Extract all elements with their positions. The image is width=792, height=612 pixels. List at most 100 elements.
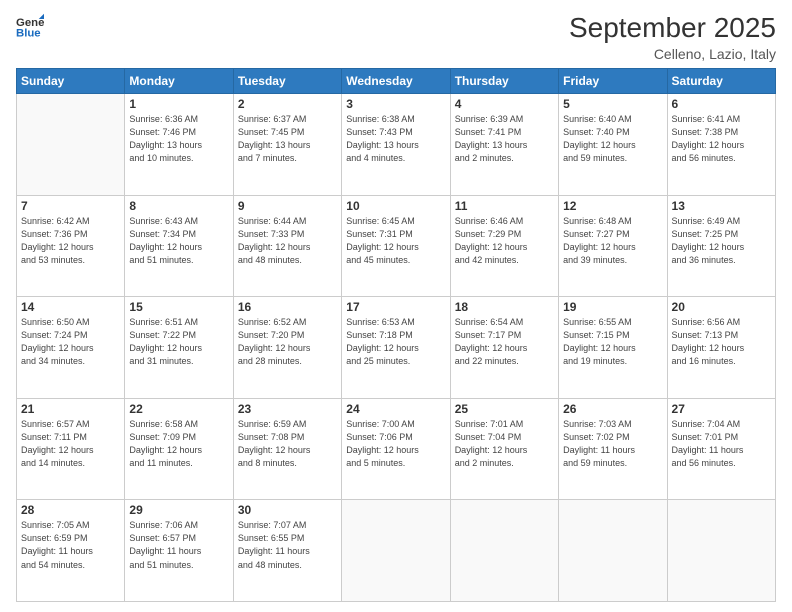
day-number: 16: [238, 300, 337, 314]
table-row: [450, 500, 558, 602]
day-info: Sunrise: 6:42 AM Sunset: 7:36 PM Dayligh…: [21, 215, 120, 267]
day-number: 15: [129, 300, 228, 314]
col-thursday: Thursday: [450, 69, 558, 94]
day-info: Sunrise: 6:36 AM Sunset: 7:46 PM Dayligh…: [129, 113, 228, 165]
day-info: Sunrise: 7:05 AM Sunset: 6:59 PM Dayligh…: [21, 519, 120, 571]
col-saturday: Saturday: [667, 69, 775, 94]
calendar-week-row: 1 Sunrise: 6:36 AM Sunset: 7:46 PM Daylig…: [17, 94, 776, 196]
day-number: 13: [672, 199, 771, 213]
day-info: Sunrise: 6:52 AM Sunset: 7:20 PM Dayligh…: [238, 316, 337, 368]
col-wednesday: Wednesday: [342, 69, 450, 94]
day-number: 23: [238, 402, 337, 416]
day-number: 2: [238, 97, 337, 111]
calendar-week-row: 7Sunrise: 6:42 AM Sunset: 7:36 PM Daylig…: [17, 195, 776, 297]
day-info: Sunrise: 6:48 AM Sunset: 7:27 PM Dayligh…: [563, 215, 662, 267]
day-info: Sunrise: 6:46 AM Sunset: 7:29 PM Dayligh…: [455, 215, 554, 267]
logo-icon: General Blue: [16, 12, 44, 40]
day-info: Sunrise: 6:57 AM Sunset: 7:11 PM Dayligh…: [21, 418, 120, 470]
day-number: 19: [563, 300, 662, 314]
table-row: 21 Sunrise: 6:57 AM Sunset: 7:11 PM Dayli…: [17, 398, 125, 500]
col-tuesday: Tuesday: [233, 69, 341, 94]
day-info: Sunrise: 7:07 AM Sunset: 6:55 PM Dayligh…: [238, 519, 337, 571]
day-number: 17: [346, 300, 445, 314]
day-number: 8: [129, 199, 228, 213]
calendar-header-row: Sunday Monday Tuesday Wednesday Thursday…: [17, 69, 776, 94]
day-number: 11: [455, 199, 554, 213]
col-friday: Friday: [559, 69, 667, 94]
table-row: 9 Sunrise: 6:44 AM Sunset: 7:33 PM Daylig…: [233, 195, 341, 297]
day-info: Sunrise: 7:03 AM Sunset: 7:02 PM Dayligh…: [563, 418, 662, 470]
col-sunday: Sunday: [17, 69, 125, 94]
day-number: 9: [238, 199, 337, 213]
day-info: Sunrise: 6:38 AM Sunset: 7:43 PM Dayligh…: [346, 113, 445, 165]
table-row: [342, 500, 450, 602]
calendar-week-row: 28Sunrise: 7:05 AM Sunset: 6:59 PM Dayli…: [17, 500, 776, 602]
table-row: 6 Sunrise: 6:41 AM Sunset: 7:38 PM Daylig…: [667, 94, 775, 196]
day-info: Sunrise: 7:04 AM Sunset: 7:01 PM Dayligh…: [672, 418, 771, 470]
table-row: 19 Sunrise: 6:55 AM Sunset: 7:15 PM Dayli…: [559, 297, 667, 399]
day-info: Sunrise: 6:55 AM Sunset: 7:15 PM Dayligh…: [563, 316, 662, 368]
table-row: 24 Sunrise: 7:00 AM Sunset: 7:06 PM Dayli…: [342, 398, 450, 500]
header: General Blue September 2025 Celleno, Laz…: [16, 12, 776, 62]
table-row: 5 Sunrise: 6:40 AM Sunset: 7:40 PM Daylig…: [559, 94, 667, 196]
day-number: 18: [455, 300, 554, 314]
day-number: 6: [672, 97, 771, 111]
day-number: 29: [129, 503, 228, 517]
day-number: 26: [563, 402, 662, 416]
calendar-week-row: 14 Sunrise: 6:50 AM Sunset: 7:24 PM Dayli…: [17, 297, 776, 399]
table-row: 20Sunrise: 6:56 AM Sunset: 7:13 PM Dayli…: [667, 297, 775, 399]
table-row: 1 Sunrise: 6:36 AM Sunset: 7:46 PM Daylig…: [125, 94, 233, 196]
table-row: 12 Sunrise: 6:48 AM Sunset: 7:27 PM Dayli…: [559, 195, 667, 297]
table-row: 18 Sunrise: 6:54 AM Sunset: 7:17 PM Dayli…: [450, 297, 558, 399]
table-row: 17 Sunrise: 6:53 AM Sunset: 7:18 PM Dayli…: [342, 297, 450, 399]
day-number: 21: [21, 402, 120, 416]
day-info: Sunrise: 6:40 AM Sunset: 7:40 PM Dayligh…: [563, 113, 662, 165]
table-row: 14 Sunrise: 6:50 AM Sunset: 7:24 PM Dayli…: [17, 297, 125, 399]
page: General Blue September 2025 Celleno, Laz…: [0, 0, 792, 612]
table-row: [17, 94, 125, 196]
day-number: 10: [346, 199, 445, 213]
day-number: 4: [455, 97, 554, 111]
day-number: 12: [563, 199, 662, 213]
day-number: 5: [563, 97, 662, 111]
day-info: Sunrise: 6:43 AM Sunset: 7:34 PM Dayligh…: [129, 215, 228, 267]
day-number: 27: [672, 402, 771, 416]
day-info: Sunrise: 6:53 AM Sunset: 7:18 PM Dayligh…: [346, 316, 445, 368]
table-row: 2 Sunrise: 6:37 AM Sunset: 7:45 PM Daylig…: [233, 94, 341, 196]
location: Celleno, Lazio, Italy: [569, 46, 776, 62]
table-row: 7Sunrise: 6:42 AM Sunset: 7:36 PM Daylig…: [17, 195, 125, 297]
day-info: Sunrise: 6:41 AM Sunset: 7:38 PM Dayligh…: [672, 113, 771, 165]
table-row: [667, 500, 775, 602]
table-row: 23 Sunrise: 6:59 AM Sunset: 7:08 PM Dayli…: [233, 398, 341, 500]
day-info: Sunrise: 6:54 AM Sunset: 7:17 PM Dayligh…: [455, 316, 554, 368]
table-row: 28Sunrise: 7:05 AM Sunset: 6:59 PM Dayli…: [17, 500, 125, 602]
table-row: 30Sunrise: 7:07 AM Sunset: 6:55 PM Dayli…: [233, 500, 341, 602]
table-row: 27 Sunrise: 7:04 AM Sunset: 7:01 PM Dayli…: [667, 398, 775, 500]
table-row: 29 Sunrise: 7:06 AM Sunset: 6:57 PM Dayli…: [125, 500, 233, 602]
day-info: Sunrise: 6:51 AM Sunset: 7:22 PM Dayligh…: [129, 316, 228, 368]
table-row: 22Sunrise: 6:58 AM Sunset: 7:09 PM Dayli…: [125, 398, 233, 500]
table-row: 8 Sunrise: 6:43 AM Sunset: 7:34 PM Daylig…: [125, 195, 233, 297]
col-monday: Monday: [125, 69, 233, 94]
month-title: September 2025: [569, 12, 776, 44]
day-info: Sunrise: 6:49 AM Sunset: 7:25 PM Dayligh…: [672, 215, 771, 267]
day-number: 24: [346, 402, 445, 416]
day-info: Sunrise: 6:37 AM Sunset: 7:45 PM Dayligh…: [238, 113, 337, 165]
svg-text:Blue: Blue: [16, 28, 41, 40]
day-number: 14: [21, 300, 120, 314]
calendar-table: Sunday Monday Tuesday Wednesday Thursday…: [16, 68, 776, 602]
day-info: Sunrise: 7:00 AM Sunset: 7:06 PM Dayligh…: [346, 418, 445, 470]
day-number: 1: [129, 97, 228, 111]
day-info: Sunrise: 6:44 AM Sunset: 7:33 PM Dayligh…: [238, 215, 337, 267]
day-info: Sunrise: 7:06 AM Sunset: 6:57 PM Dayligh…: [129, 519, 228, 571]
day-info: Sunrise: 6:56 AM Sunset: 7:13 PM Dayligh…: [672, 316, 771, 368]
table-row: 16 Sunrise: 6:52 AM Sunset: 7:20 PM Dayli…: [233, 297, 341, 399]
day-info: Sunrise: 6:50 AM Sunset: 7:24 PM Dayligh…: [21, 316, 120, 368]
table-row: 11 Sunrise: 6:46 AM Sunset: 7:29 PM Dayli…: [450, 195, 558, 297]
table-row: 13 Sunrise: 6:49 AM Sunset: 7:25 PM Dayli…: [667, 195, 775, 297]
table-row: 15 Sunrise: 6:51 AM Sunset: 7:22 PM Dayli…: [125, 297, 233, 399]
logo: General Blue: [16, 12, 44, 40]
title-block: September 2025 Celleno, Lazio, Italy: [569, 12, 776, 62]
table-row: 26 Sunrise: 7:03 AM Sunset: 7:02 PM Dayli…: [559, 398, 667, 500]
day-info: Sunrise: 6:59 AM Sunset: 7:08 PM Dayligh…: [238, 418, 337, 470]
